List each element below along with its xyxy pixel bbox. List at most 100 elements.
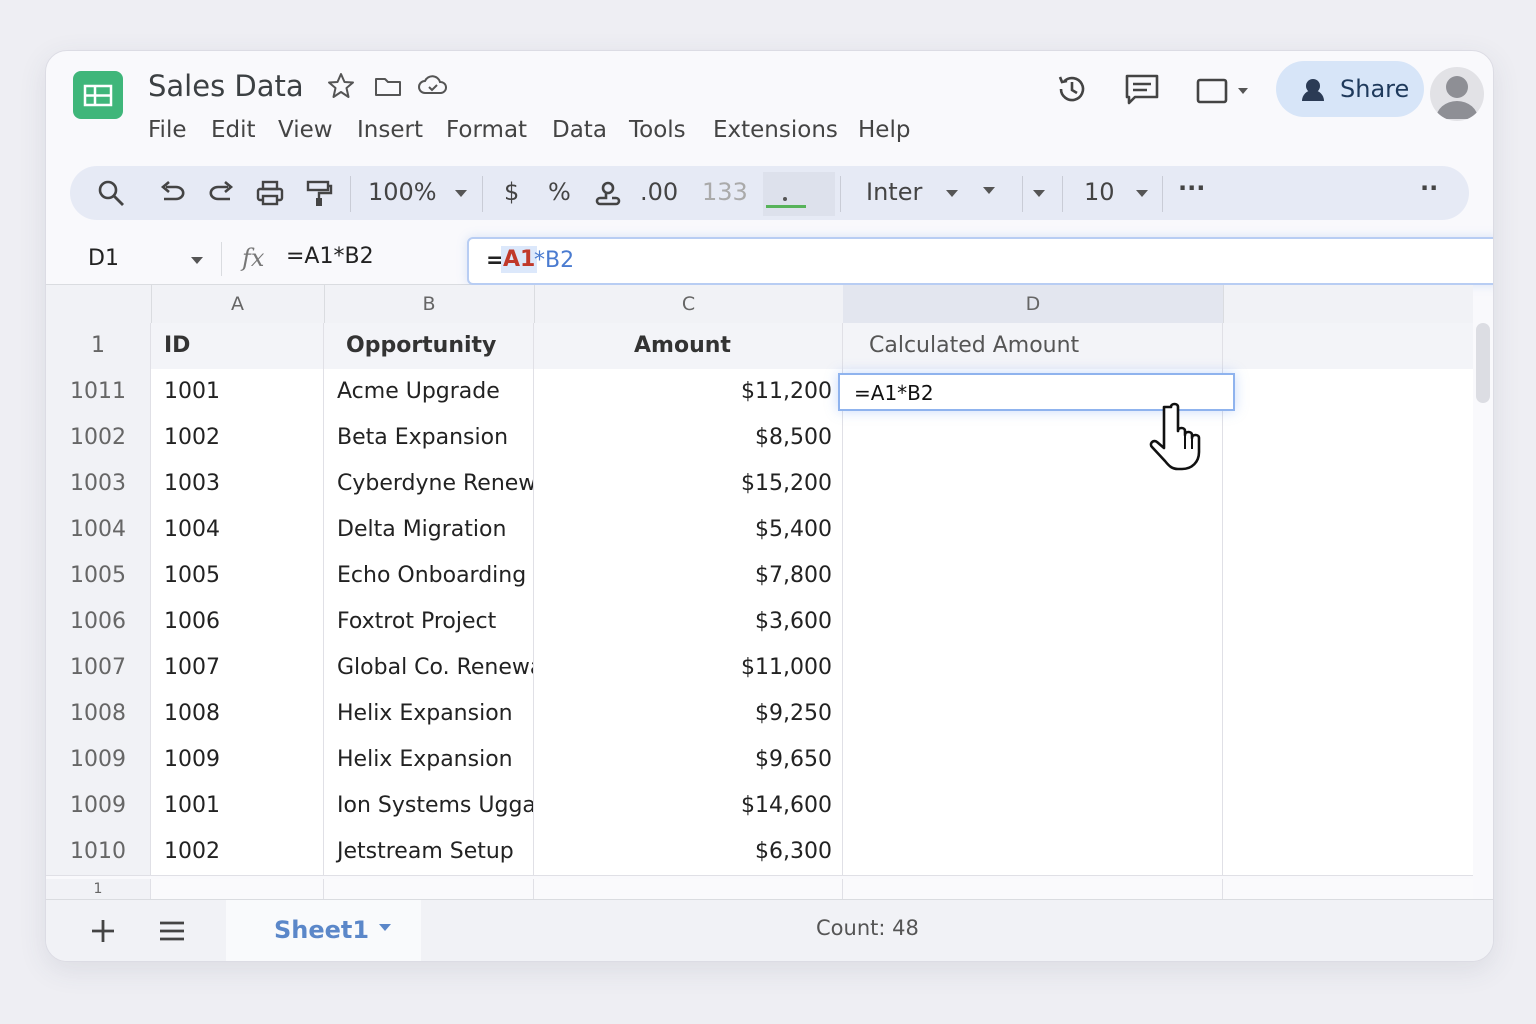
- cell-calculated-amount[interactable]: [843, 783, 1223, 829]
- cell-amount[interactable]: $7,800: [534, 553, 843, 599]
- redo-icon[interactable]: [208, 178, 238, 208]
- cell-opportunity[interactable]: Helix Expansion: [324, 691, 534, 737]
- comment-icon[interactable]: [1124, 73, 1160, 107]
- cell-amount[interactable]: $11,200: [534, 369, 843, 415]
- font-caret-icon[interactable]: [946, 190, 958, 197]
- cell-opportunity[interactable]: Echo Onboarding: [324, 553, 534, 599]
- cell[interactable]: [324, 879, 534, 899]
- cell-id[interactable]: 1007: [151, 645, 324, 691]
- text-color-button[interactable]: [763, 172, 835, 216]
- cell-amount[interactable]: $9,250: [534, 691, 843, 737]
- avatar-icon[interactable]: [1430, 67, 1484, 121]
- font-size-minus-caret-icon[interactable]: [1033, 190, 1045, 197]
- row-number[interactable]: 1005: [46, 553, 151, 599]
- all-sheets-menu-icon[interactable]: [158, 920, 186, 942]
- menu-help[interactable]: Help: [858, 117, 910, 143]
- cell[interactable]: [534, 879, 843, 899]
- cell-id[interactable]: 1001: [151, 783, 324, 829]
- more-tools-button[interactable]: ···: [1178, 174, 1205, 202]
- row-number[interactable]: 1002: [46, 415, 151, 461]
- present-icon[interactable]: [1195, 77, 1255, 105]
- column-header-b[interactable]: B: [324, 285, 535, 323]
- cell-calculated-amount[interactable]: [843, 737, 1223, 783]
- cell-opportunity[interactable]: Cyberdyne Renewal: [324, 461, 534, 507]
- cell-opportunity[interactable]: Foxtrot Project: [324, 599, 534, 645]
- decimal-button[interactable]: .00: [640, 178, 678, 206]
- cell-id[interactable]: 1004: [151, 507, 324, 553]
- cell[interactable]: [151, 879, 324, 899]
- menu-format[interactable]: Format: [446, 117, 527, 143]
- cloud-icon[interactable]: [416, 71, 450, 101]
- menu-data[interactable]: Data: [552, 117, 607, 143]
- collapse-toolbar-button[interactable]: ··: [1420, 174, 1438, 202]
- cell-amount[interactable]: $15,200: [534, 461, 843, 507]
- cell-amount[interactable]: $9,650: [534, 737, 843, 783]
- header-amount[interactable]: Amount: [534, 323, 843, 369]
- star-icon[interactable]: [326, 71, 356, 101]
- column-header-a[interactable]: A: [151, 285, 325, 323]
- cell-id[interactable]: 1002: [151, 829, 324, 875]
- vertical-scrollbar[interactable]: [1476, 323, 1490, 403]
- sheet-tab-sheet1[interactable]: Sheet1: [226, 900, 421, 961]
- menu-file[interactable]: File: [148, 117, 187, 143]
- menu-edit[interactable]: Edit: [211, 117, 256, 143]
- row-number[interactable]: 1010: [46, 829, 151, 875]
- cell-opportunity[interactable]: Ion Systems Uggade: [324, 783, 534, 829]
- cell-id[interactable]: 1008: [151, 691, 324, 737]
- cell-amount[interactable]: $14,600: [534, 783, 843, 829]
- row-number[interactable]: 1009: [46, 783, 151, 829]
- cell-id[interactable]: 1001: [151, 369, 324, 415]
- zoom-caret-icon[interactable]: [455, 190, 467, 197]
- select-all-corner[interactable]: [46, 285, 152, 323]
- row-number[interactable]: 1009: [46, 737, 151, 783]
- row-number[interactable]: 1011: [46, 369, 151, 415]
- row-number[interactable]: 1: [46, 323, 151, 369]
- cell-opportunity[interactable]: Beta Expansion: [324, 415, 534, 461]
- row-number[interactable]: 1006: [46, 599, 151, 645]
- cell[interactable]: [843, 879, 1223, 899]
- header-calculated-amount[interactable]: Calculated Amount: [843, 323, 1223, 369]
- font-select[interactable]: Inter: [866, 178, 922, 206]
- font-size-caret-icon[interactable]: [1136, 190, 1148, 197]
- menu-tools[interactable]: Tools: [629, 117, 686, 143]
- zoom-select[interactable]: 100%: [368, 178, 437, 206]
- undo-icon[interactable]: [156, 178, 186, 208]
- header-opportunity[interactable]: Opportunity: [324, 323, 534, 369]
- cell-calculated-amount[interactable]: [843, 691, 1223, 737]
- cell-calculated-amount[interactable]: [843, 599, 1223, 645]
- font-style-caret-icon[interactable]: [983, 187, 995, 194]
- cell-amount[interactable]: $6,300: [534, 829, 843, 875]
- cell-id[interactable]: 1002: [151, 415, 324, 461]
- cell-opportunity[interactable]: Global Co. Renewal: [324, 645, 534, 691]
- document-title[interactable]: Sales Data: [148, 69, 304, 103]
- cell-id[interactable]: 1003: [151, 461, 324, 507]
- history-icon[interactable]: [1054, 71, 1090, 107]
- search-icon[interactable]: [96, 178, 126, 208]
- number-format-button[interactable]: 133: [702, 178, 748, 206]
- cell-id[interactable]: 1005: [151, 553, 324, 599]
- row-number[interactable]: 1007: [46, 645, 151, 691]
- cell-calculated-amount[interactable]: [843, 507, 1223, 553]
- column-header-c[interactable]: C: [534, 285, 844, 323]
- row-number[interactable]: 1004: [46, 507, 151, 553]
- status-count[interactable]: Count: 48: [816, 916, 919, 940]
- row-number[interactable]: 1: [46, 879, 151, 899]
- paint-bucket-icon[interactable]: [594, 178, 624, 208]
- cell-amount[interactable]: $3,600: [534, 599, 843, 645]
- row-number[interactable]: 1008: [46, 691, 151, 737]
- cell-calculated-amount[interactable]: [843, 553, 1223, 599]
- sheet-tab-caret-icon[interactable]: [379, 924, 391, 931]
- cell-amount[interactable]: $11,000: [534, 645, 843, 691]
- currency-button[interactable]: $: [504, 178, 519, 206]
- menu-insert[interactable]: Insert: [357, 117, 423, 143]
- name-box[interactable]: D1: [88, 246, 119, 271]
- cell-calculated-amount[interactable]: [843, 829, 1223, 875]
- menu-extensions[interactable]: Extensions: [713, 117, 838, 143]
- cell-amount[interactable]: $8,500: [534, 415, 843, 461]
- column-header-d[interactable]: D: [843, 285, 1224, 323]
- percent-button[interactable]: %: [548, 178, 571, 206]
- cell-opportunity[interactable]: Jetstream Setup: [324, 829, 534, 875]
- add-sheet-icon[interactable]: [90, 918, 116, 944]
- cell-opportunity[interactable]: Delta Migration: [324, 507, 534, 553]
- header-id[interactable]: ID: [151, 323, 324, 369]
